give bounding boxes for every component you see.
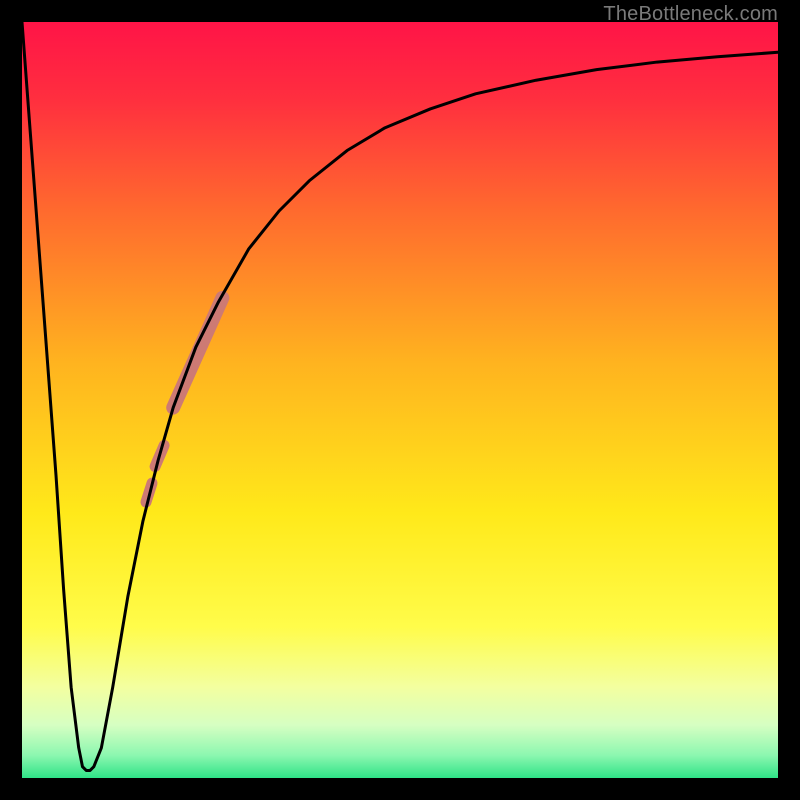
attribution-text: TheBottleneck.com — [603, 3, 778, 26]
gradient-background — [22, 22, 778, 778]
chart-svg — [22, 22, 778, 778]
plot-area — [22, 22, 778, 778]
chart-frame: TheBottleneck.com — [0, 0, 800, 800]
